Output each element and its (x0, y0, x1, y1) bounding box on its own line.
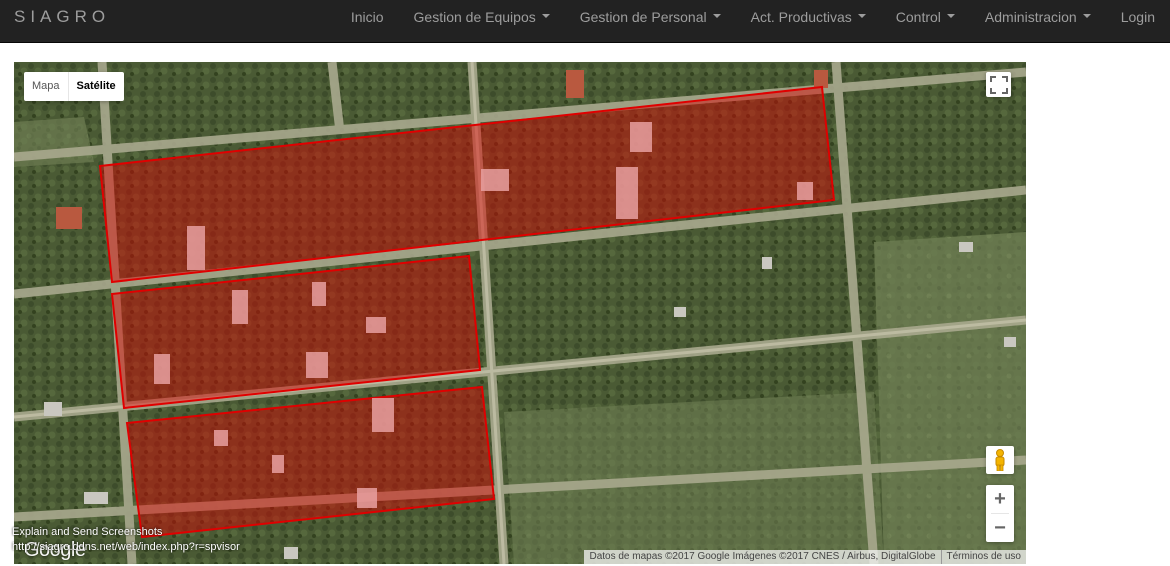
nav-item-control[interactable]: Control (881, 0, 970, 43)
attribution-text: Datos de mapas ©2017 Google Imágenes ©20… (589, 551, 936, 562)
fullscreen-icon (989, 75, 1008, 94)
nav-item-administracion[interactable]: Administracion (970, 0, 1106, 43)
zoom-control: + − (986, 485, 1014, 542)
nav-item-gestion-personal[interactable]: Gestion de Personal (565, 0, 736, 43)
map-type-mapa-button[interactable]: Mapa (24, 72, 68, 101)
zoom-in-button[interactable]: + (986, 485, 1014, 513)
nav-item-label: Control (895, 9, 941, 25)
pegman-icon (995, 449, 1005, 471)
caret-down-icon (1082, 14, 1091, 19)
nav-item-label: Act. Productivas (750, 9, 852, 25)
nav-item-gestion-equipos[interactable]: Gestion de Equipos (399, 0, 565, 43)
nav-item-label: Inicio (350, 9, 384, 25)
satellite-imagery[interactable] (14, 62, 1026, 564)
nav-item-inicio[interactable]: Inicio (336, 0, 399, 43)
brand-logo[interactable]: SIAGRO (14, 7, 110, 27)
nav-item-login[interactable]: Login (1106, 0, 1170, 43)
zoom-out-button[interactable]: − (986, 514, 1014, 542)
navbar: SIAGRO Inicio Gestion de Equipos Gestion… (0, 0, 1170, 43)
nav-item-label: Gestion de Personal (579, 9, 707, 25)
nav-menu: Inicio Gestion de Equipos Gestion de Per… (336, 0, 1170, 43)
nav-item-act-productivas[interactable]: Act. Productivas (736, 0, 881, 43)
fullscreen-button[interactable] (986, 72, 1011, 97)
screenshot-url: http://siagro.ddns.net/web/index.php?r=s… (12, 541, 240, 553)
terms-link[interactable]: Términos de uso (940, 550, 1026, 564)
map-type-satellite-button[interactable]: Satélite (67, 72, 124, 101)
caret-down-icon (541, 14, 550, 19)
caret-down-icon (857, 14, 866, 19)
map-type-control: Mapa Satélite (24, 72, 124, 101)
nav-item-label: Gestion de Equipos (413, 9, 536, 25)
map-view[interactable]: Mapa Satélite + − Google Datos de mapas … (14, 62, 1026, 564)
map-attribution: Datos de mapas ©2017 Google Imágenes ©20… (584, 550, 1026, 564)
caret-down-icon (712, 14, 721, 19)
street-view-pegman[interactable] (986, 446, 1014, 474)
screenshot-note: Explain and Send Screenshots (12, 526, 163, 538)
caret-down-icon (946, 14, 955, 19)
nav-item-label: Login (1120, 9, 1155, 25)
nav-item-label: Administracion (984, 9, 1077, 25)
